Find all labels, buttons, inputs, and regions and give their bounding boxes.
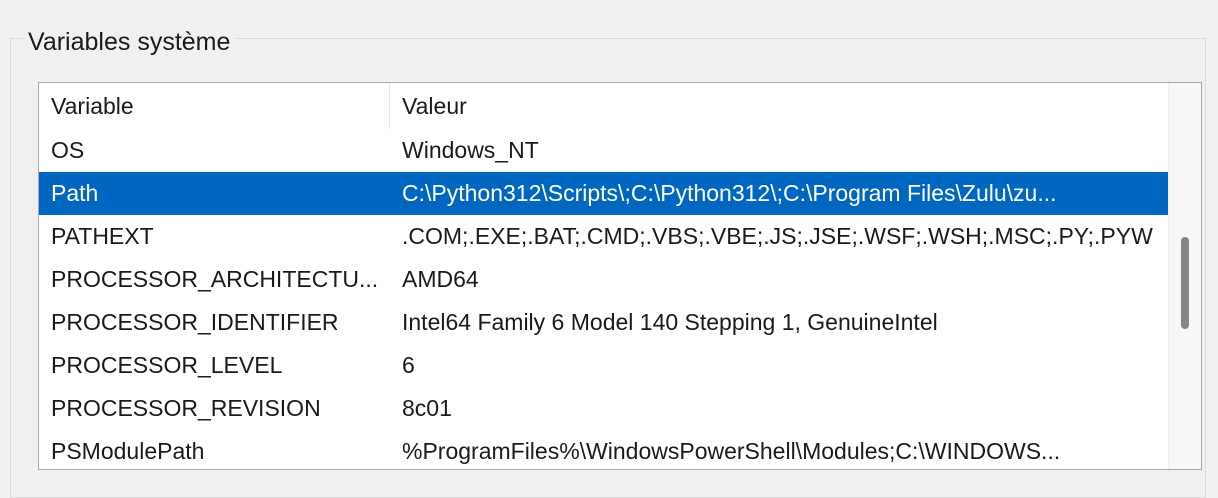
list-row-pathext[interactable]: PATHEXT .COM;.EXE;.BAT;.CMD;.VBS;.VBE;.J… (39, 215, 1171, 258)
row-value: Windows_NT (402, 137, 539, 163)
system-variables-list[interactable]: Variable Valeur OS Windows_NT Path C:\Py… (38, 82, 1202, 470)
groupbox-title: Variables système (23, 24, 236, 60)
row-variable: OS (51, 137, 85, 163)
list-row-processor-identifier[interactable]: PROCESSOR_IDENTIFIER Intel64 Family 6 Mo… (39, 301, 1171, 344)
row-value: C:\Python312\Scripts\;C:\Python312\;C:\P… (402, 180, 1057, 206)
row-variable: PSModulePath (51, 438, 205, 464)
list-row-path[interactable]: Path C:\Python312\Scripts\;C:\Python312\… (39, 172, 1171, 215)
vertical-scrollbar[interactable] (1168, 83, 1201, 469)
list-row-processor-revision[interactable]: PROCESSOR_REVISION 8c01 (39, 387, 1171, 430)
scrollbar-thumb[interactable] (1181, 237, 1189, 329)
row-variable: PROCESSOR_REVISION (51, 395, 321, 421)
row-value: .COM;.EXE;.BAT;.CMD;.VBS;.VBE;.JS;.JSE;.… (402, 223, 1153, 249)
list-row-os[interactable]: OS Windows_NT (39, 129, 1171, 172)
row-value: 8c01 (402, 395, 452, 421)
row-value: 6 (402, 352, 415, 378)
list-rows: OS Windows_NT Path C:\Python312\Scripts\… (39, 129, 1171, 469)
column-header-variable[interactable]: Variable (39, 83, 390, 129)
list-row-psmodulepath[interactable]: PSModulePath %ProgramFiles%\WindowsPower… (39, 430, 1171, 469)
row-variable: PATHEXT (51, 223, 154, 249)
list-header: Variable Valeur (39, 83, 1172, 129)
row-value: Intel64 Family 6 Model 140 Stepping 1, G… (402, 309, 938, 335)
row-variable: PROCESSOR_IDENTIFIER (51, 309, 339, 335)
list-row-processor-architecture[interactable]: PROCESSOR_ARCHITECTU... AMD64 (39, 258, 1171, 301)
row-variable: Path (51, 180, 99, 206)
row-variable: PROCESSOR_LEVEL (51, 352, 283, 378)
column-header-value[interactable]: Valeur (390, 83, 1172, 129)
row-variable: PROCESSOR_ARCHITECTU... (51, 266, 379, 292)
list-row-processor-level[interactable]: PROCESSOR_LEVEL 6 (39, 344, 1171, 387)
row-value: AMD64 (402, 266, 479, 292)
row-value: %ProgramFiles%\WindowsPowerShell\Modules… (402, 438, 1061, 464)
